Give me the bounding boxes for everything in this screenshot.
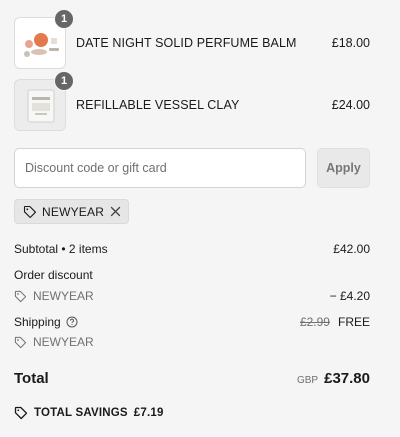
apply-button[interactable]: Apply <box>317 148 370 188</box>
quantity-badge: 1 <box>54 71 74 91</box>
discount-form: Apply <box>14 148 370 188</box>
tag-icon <box>23 205 37 219</box>
help-icon[interactable] <box>66 316 78 328</box>
close-icon[interactable] <box>110 206 121 217</box>
order-discount-label: Order discount <box>14 268 93 282</box>
order-discount-row: Order discount <box>14 268 370 282</box>
applied-discount-chip: NEWYEAR <box>14 199 130 224</box>
quantity-badge: 1 <box>54 9 74 29</box>
order-discount-code-label: NEWYEAR <box>33 289 94 303</box>
line-item: 1 DATE NIGHT SOLID PERFUME BALM £18.00 <box>14 9 370 69</box>
shipping-discount-code: NEWYEAR <box>14 335 94 349</box>
item-name: REFILLABLE VESSEL CLAY <box>76 98 240 112</box>
order-discount-code-row: NEWYEAR − £4.20 <box>14 289 370 303</box>
tag-icon <box>14 406 28 420</box>
total-price: GBP £37.80 <box>297 370 370 387</box>
currency-code: GBP <box>296 375 319 386</box>
shipping-row: Shipping £2.99 FREE <box>14 315 370 329</box>
total-savings: TOTAL SAVINGS £7.19 <box>14 406 164 420</box>
shipping-discount-code-label: NEWYEAR <box>33 335 94 349</box>
product-thumbnail-wrap: 1 <box>14 71 74 131</box>
subtotal-label: Subtotal • 2 items <box>14 242 108 256</box>
item-price: £24.00 <box>331 98 370 112</box>
shipping-price: £2.99 FREE <box>300 315 370 329</box>
total-value: £37.80 <box>324 370 370 387</box>
shipping-label: Shipping <box>14 315 61 329</box>
order-discount-code: NEWYEAR <box>14 289 94 303</box>
total-label: Total <box>14 370 49 387</box>
item-name: DATE NIGHT SOLID PERFUME BALM <box>76 36 297 50</box>
tag-icon <box>14 336 27 349</box>
shipping-original-price: £2.99 <box>299 315 330 329</box>
shipping-value: FREE <box>337 315 370 329</box>
shipping-code-row: NEWYEAR <box>14 335 370 349</box>
tag-icon <box>14 290 27 303</box>
product-thumbnail-wrap: 1 <box>14 9 74 69</box>
line-item: 1 REFILLABLE VESSEL CLAY £24.00 <box>14 71 370 131</box>
subtotal-row: Subtotal • 2 items £42.00 <box>14 242 370 256</box>
savings-label: TOTAL SAVINGS <box>34 407 128 419</box>
order-discount-value: − £4.20 <box>329 289 370 303</box>
applied-code-label: NEWYEAR <box>42 204 105 219</box>
savings-value: £7.19 <box>133 407 164 419</box>
discount-code-input[interactable] <box>14 148 306 188</box>
subtotal-value: £42.00 <box>333 242 370 256</box>
total-row: Total GBP £37.80 <box>14 370 370 387</box>
item-price: £18.00 <box>331 36 370 50</box>
